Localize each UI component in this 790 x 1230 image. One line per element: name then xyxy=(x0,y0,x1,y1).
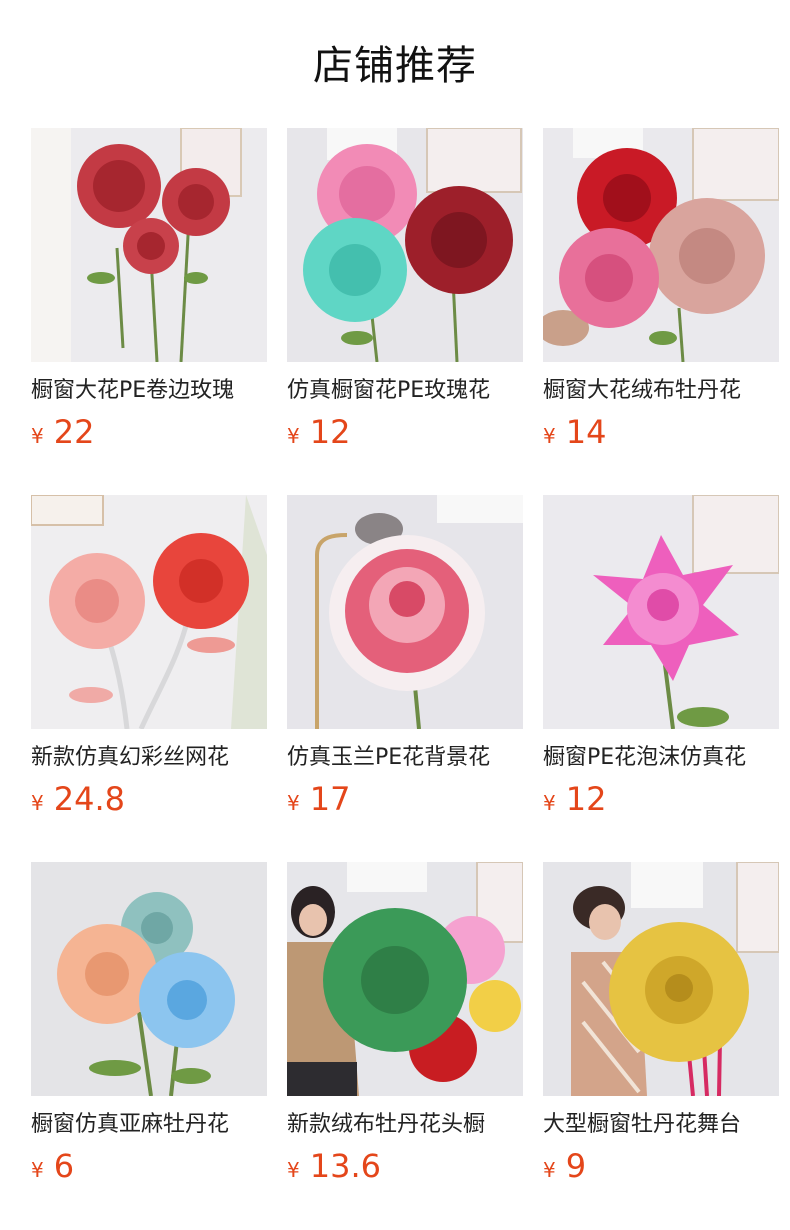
product-price: ¥ 22 xyxy=(31,414,267,454)
product-name[interactable]: 新款绒布牡丹花头橱 xyxy=(287,1110,523,1140)
product-card[interactable]: 橱窗大花绒布牡丹花 ¥ 14 xyxy=(543,128,779,457)
currency-symbol: ¥ xyxy=(287,424,300,448)
linen-peonies-image[interactable] xyxy=(31,862,267,1096)
price-amount: 13.6 xyxy=(309,1147,381,1185)
product-card[interactable]: 仿真橱窗花PE玫瑰花 ¥ 12 xyxy=(287,128,523,457)
price-amount: 6 xyxy=(53,1147,75,1185)
currency-symbol: ¥ xyxy=(287,1158,300,1182)
product-price: ¥ 12 xyxy=(287,414,523,454)
currency-symbol: ¥ xyxy=(31,791,44,815)
product-name[interactable]: 大型橱窗牡丹花舞台 xyxy=(543,1110,779,1140)
woman-gold-peony-image[interactable] xyxy=(543,862,779,1096)
product-card[interactable]: 橱窗PE花泡沫仿真花 ¥ 12 xyxy=(543,495,779,824)
product-card[interactable]: 新款绒布牡丹花头橱 ¥ 13.6 xyxy=(287,862,523,1191)
coral-silk-flowers-image[interactable] xyxy=(31,495,267,729)
product-name[interactable]: 新款仿真幻彩丝网花 xyxy=(31,743,267,773)
currency-symbol: ¥ xyxy=(287,791,300,815)
product-card[interactable]: 仿真玉兰PE花背景花 ¥ 17 xyxy=(287,495,523,824)
product-name[interactable]: 橱窗大花绒布牡丹花 xyxy=(543,376,779,406)
product-price: ¥ 9 xyxy=(543,1148,779,1188)
currency-symbol: ¥ xyxy=(31,1158,44,1182)
price-amount: 22 xyxy=(53,413,95,451)
red-roses-image[interactable] xyxy=(31,128,267,362)
product-name[interactable]: 橱窗大花PE卷边玫瑰 xyxy=(31,376,267,406)
pink-lotus-flower-image[interactable] xyxy=(543,495,779,729)
product-grid: 橱窗大花PE卷边玫瑰 ¥ 22 仿真橱窗花PE玫瑰花 ¥ 12 橱窗大花绒布牡丹… xyxy=(31,128,779,1191)
product-name[interactable]: 橱窗PE花泡沫仿真花 xyxy=(543,743,779,773)
product-price: ¥ 6 xyxy=(31,1148,267,1188)
product-name[interactable]: 仿真橱窗花PE玫瑰花 xyxy=(287,376,523,406)
red-pink-peonies-image[interactable] xyxy=(543,128,779,362)
page-title: 店铺推荐 xyxy=(313,43,477,89)
product-name[interactable]: 仿真玉兰PE花背景花 xyxy=(287,743,523,773)
price-amount: 17 xyxy=(309,780,351,818)
woman-green-peony-image[interactable] xyxy=(287,862,523,1096)
product-card[interactable]: 橱窗仿真亚麻牡丹花 ¥ 6 xyxy=(31,862,267,1191)
price-amount: 12 xyxy=(309,413,351,451)
price-amount: 12 xyxy=(565,780,607,818)
product-price: ¥ 14 xyxy=(543,414,779,454)
product-price: ¥ 24.8 xyxy=(31,781,267,821)
price-amount: 24.8 xyxy=(53,780,125,818)
product-name[interactable]: 橱窗仿真亚麻牡丹花 xyxy=(31,1110,267,1140)
product-card[interactable]: 新款仿真幻彩丝网花 ¥ 24.8 xyxy=(31,495,267,824)
currency-symbol: ¥ xyxy=(543,1158,556,1182)
currency-symbol: ¥ xyxy=(543,791,556,815)
pink-teal-red-roses-image[interactable] xyxy=(287,128,523,362)
currency-symbol: ¥ xyxy=(31,424,44,448)
product-price: ¥ 13.6 xyxy=(287,1148,523,1188)
product-price: ¥ 12 xyxy=(543,781,779,821)
price-amount: 14 xyxy=(565,413,607,451)
currency-symbol: ¥ xyxy=(543,424,556,448)
product-card[interactable]: 橱窗大花PE卷边玫瑰 ¥ 22 xyxy=(31,128,267,457)
price-amount: 9 xyxy=(565,1147,587,1185)
product-card[interactable]: 大型橱窗牡丹花舞台 ¥ 9 xyxy=(543,862,779,1191)
product-price: ¥ 17 xyxy=(287,781,523,821)
pink-white-magnolia-image[interactable] xyxy=(287,495,523,729)
